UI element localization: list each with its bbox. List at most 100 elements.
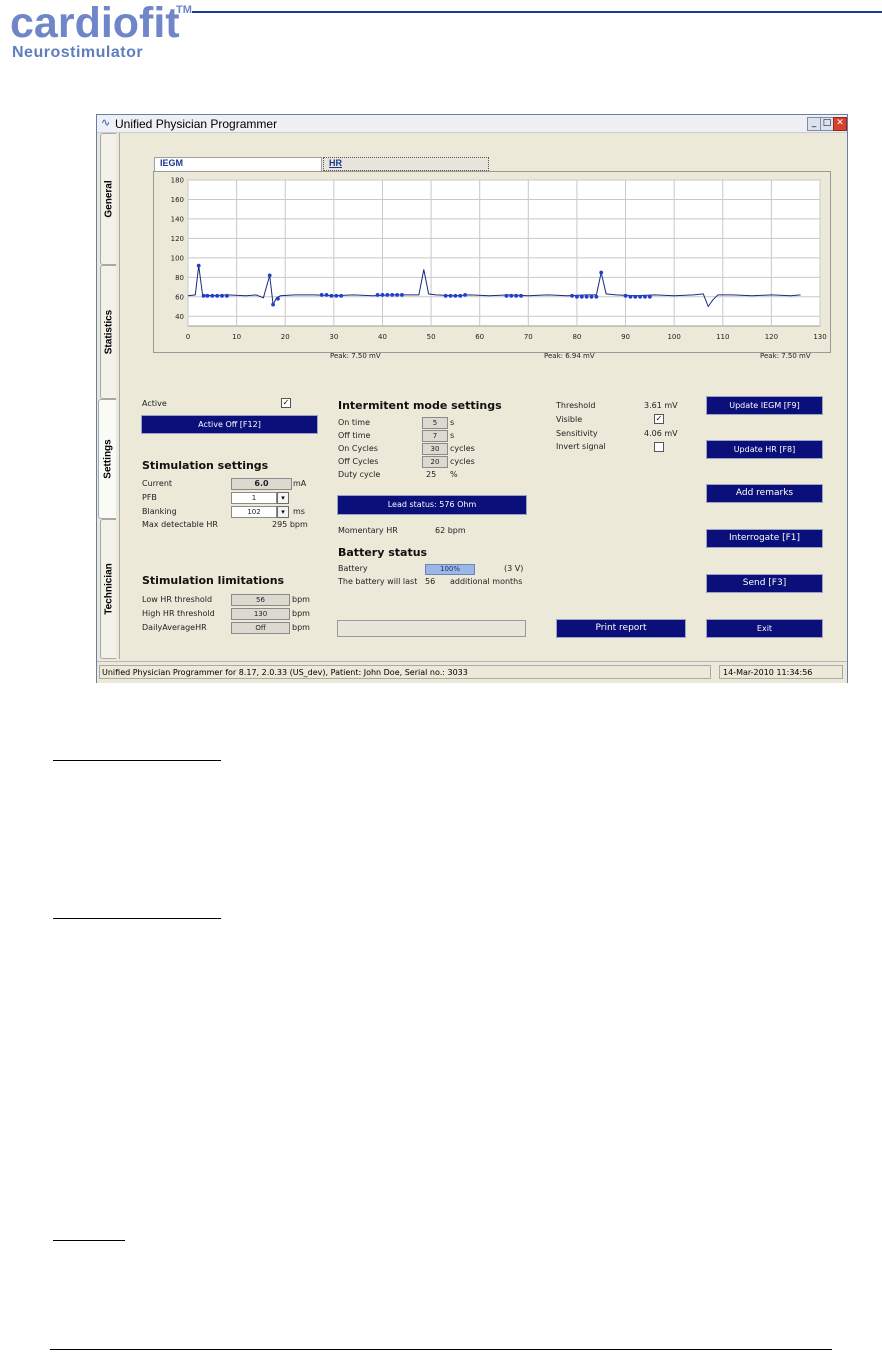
iegm-marker <box>570 293 574 298</box>
active-label: Active <box>142 399 167 408</box>
lead-status-button[interactable]: Lead status: 576 Ohm <box>337 495 527 515</box>
battery-status-heading: Battery status <box>338 546 428 559</box>
off-time-field[interactable]: 7 <box>422 430 448 442</box>
iegm-marker <box>519 293 523 298</box>
on-cycles-unit: cycles <box>450 444 475 453</box>
app-window: ∿ Unified Physician Programmer _ □ ✕ Gen… <box>96 114 848 683</box>
iegm-marker <box>395 292 399 297</box>
tab-iegm[interactable]: IEGM <box>154 157 322 171</box>
battery-last-suffix: additional months <box>450 577 523 586</box>
low-hr-label: Low HR threshold <box>142 595 213 604</box>
update-iegm-button[interactable]: Update IEGM [F9] <box>706 396 823 415</box>
active-checkbox[interactable]: ✓ <box>281 398 291 408</box>
iegm-marker <box>375 292 380 297</box>
iegm-marker <box>390 292 395 297</box>
iegm-marker <box>599 270 604 275</box>
print-report-button[interactable]: Print report <box>556 619 686 638</box>
tab-statistics[interactable]: Statistics <box>100 265 116 399</box>
x-tick-label: 80 <box>572 333 581 341</box>
invert-signal-label: Invert signal <box>556 442 606 451</box>
tab-hr[interactable]: HR <box>323 157 489 171</box>
off-cycles-field[interactable]: 20 <box>422 456 448 468</box>
stimulation-limitations-heading: Stimulation limitations <box>142 574 285 587</box>
add-remarks-button[interactable]: Add remarks <box>706 484 823 503</box>
iegm-marker <box>589 294 594 299</box>
active-off-button[interactable]: Active Off [F12] <box>141 415 318 434</box>
duty-cycle-unit: % <box>450 470 458 479</box>
iegm-marker <box>205 293 210 298</box>
blanking-select[interactable]: 102 <box>231 506 277 518</box>
interrogate-button[interactable]: Interrogate [F1] <box>706 529 823 548</box>
max-hr-label: Max detectable HR <box>142 520 218 529</box>
iegm-chart: 0 10 20 30 40 50 60 70 80 90 100 110 120 130 40 60 80 100… <box>171 177 827 342</box>
title-bar: ∿ Unified Physician Programmer _ □ ✕ <box>97 115 847 133</box>
close-button[interactable]: ✕ <box>833 117 847 131</box>
y-tick-label: 180 <box>171 177 184 185</box>
current-unit: mA <box>293 479 307 488</box>
iegm-marker <box>628 294 633 299</box>
side-tab-strip: General Statistics Settings Technician <box>98 133 117 659</box>
low-hr-unit: bpm <box>292 595 310 604</box>
invert-signal-checkbox[interactable] <box>654 442 664 452</box>
battery-volts: (3 V) <box>504 564 524 573</box>
minimize-button[interactable]: _ <box>807 117 821 131</box>
daily-average-hr-field[interactable]: Off <box>231 622 290 634</box>
pfb-dropdown-arrow[interactable]: ▾ <box>277 492 289 504</box>
iegm-marker <box>458 293 463 298</box>
exit-button[interactable]: Exit <box>706 619 823 638</box>
pfb-select[interactable]: 1 <box>231 492 277 504</box>
maximize-button[interactable]: □ <box>820 117 834 131</box>
off-time-label: Off time <box>338 431 371 440</box>
momentary-hr-label: Momentary HR <box>338 526 398 535</box>
header-rule <box>192 11 882 13</box>
send-button[interactable]: Send [F3] <box>706 574 823 593</box>
battery-months: 56 <box>425 577 436 586</box>
current-field[interactable]: 6.0 <box>231 478 292 490</box>
iegm-marker <box>339 293 344 298</box>
high-hr-field[interactable]: 130 <box>231 608 290 620</box>
off-time-unit: s <box>450 431 455 440</box>
momentary-hr-value: 62 bpm <box>435 526 466 535</box>
iegm-marker <box>319 292 324 297</box>
peak-label-1: Peak: 7.50 mV <box>330 352 381 360</box>
y-tick-label: 100 <box>171 254 184 262</box>
peak-label-2: Peak: 6.94 mV <box>544 352 595 360</box>
on-time-field[interactable]: 5 <box>422 417 448 429</box>
battery-last-prefix: The battery will last <box>338 577 418 586</box>
duty-cycle-value: 25 <box>426 470 437 479</box>
status-info: Unified Physician Programmer for 8.17, 2… <box>99 665 711 679</box>
x-tick-label: 30 <box>329 333 338 341</box>
iegm-marker <box>271 302 275 307</box>
y-tick-label: 160 <box>171 196 184 204</box>
tab-general[interactable]: General <box>100 133 116 265</box>
iegm-marker <box>514 293 519 298</box>
progress-bar <box>337 620 526 637</box>
on-cycles-field[interactable]: 30 <box>422 443 448 455</box>
visible-checkbox[interactable]: ✓ <box>654 414 664 424</box>
x-tick-label: 10 <box>232 333 241 341</box>
iegm-marker <box>210 293 215 298</box>
visible-label: Visible <box>556 415 583 424</box>
stimulation-settings-heading: Stimulation settings <box>142 459 269 472</box>
x-tick-label: 20 <box>281 333 290 341</box>
iegm-marker <box>633 294 638 299</box>
settings-panel: IEGM HR 0 10 20 30 40 50 60 70 80 90 100 110 120 130 4… <box>119 133 846 659</box>
section-heading-underline-1 <box>53 760 221 761</box>
tab-settings[interactable]: Settings <box>98 399 116 519</box>
tab-settings-label: Settings <box>102 439 113 479</box>
tab-technician[interactable]: Technician <box>100 519 116 659</box>
x-tick-label: 70 <box>524 333 533 341</box>
iegm-marker <box>215 293 220 298</box>
threshold-label: Threshold <box>556 401 596 410</box>
iegm-marker <box>579 294 584 299</box>
iegm-marker <box>334 293 339 298</box>
threshold-value: 3.61 mV <box>644 401 678 410</box>
blanking-dropdown-arrow[interactable]: ▾ <box>277 506 289 518</box>
low-hr-field[interactable]: 56 <box>231 594 290 606</box>
update-hr-button[interactable]: Update HR [F8] <box>706 440 823 459</box>
x-tick-label: 50 <box>427 333 436 341</box>
iegm-marker <box>647 294 652 299</box>
y-tick-label: 120 <box>171 235 184 243</box>
iegm-marker <box>463 292 468 297</box>
logo-trademark: TM <box>176 4 192 16</box>
